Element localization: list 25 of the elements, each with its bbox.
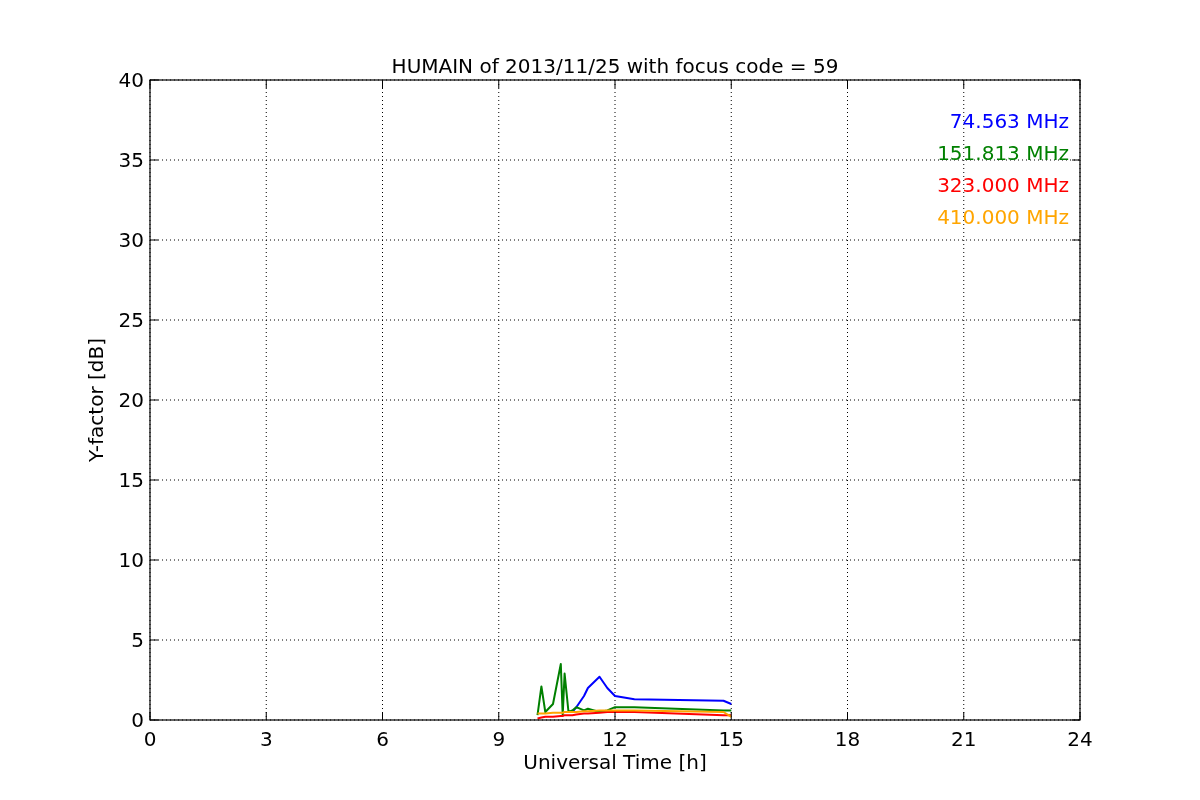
legend-label: 410.000 MHz bbox=[937, 205, 1069, 229]
tick-label: 30 bbox=[118, 228, 144, 252]
tick-label: 10 bbox=[118, 548, 144, 572]
tick-label: 5 bbox=[131, 628, 144, 652]
legend-label: 74.563 MHz bbox=[949, 109, 1069, 133]
tick-label: 21 bbox=[951, 727, 977, 751]
tick-label: 24 bbox=[1067, 727, 1093, 751]
tick-label: 6 bbox=[376, 727, 389, 751]
tick-label: 25 bbox=[118, 308, 144, 332]
y-axis-label: Y-factor [dB] bbox=[84, 338, 108, 462]
tick-label: 3 bbox=[259, 727, 273, 751]
tick-label: 15 bbox=[118, 468, 144, 492]
tick-label: 40 bbox=[118, 68, 144, 92]
legend-label: 323.000 MHz bbox=[937, 173, 1069, 197]
tick-label: 0 bbox=[131, 708, 144, 732]
tick-label: 20 bbox=[118, 388, 144, 412]
tick-label: 9 bbox=[492, 727, 506, 751]
x-axis-label: Universal Time [h] bbox=[523, 750, 707, 774]
chart-title: HUMAIN of 2013/11/25 with focus code = 59 bbox=[391, 54, 839, 78]
tick-label: 12 bbox=[602, 727, 628, 751]
tick-label: 18 bbox=[834, 727, 861, 751]
tick-label: 15 bbox=[718, 727, 744, 751]
legend-label: 151.813 MHz bbox=[937, 141, 1069, 165]
tick-label: 35 bbox=[118, 148, 144, 172]
tick-label: 0 bbox=[143, 727, 157, 751]
